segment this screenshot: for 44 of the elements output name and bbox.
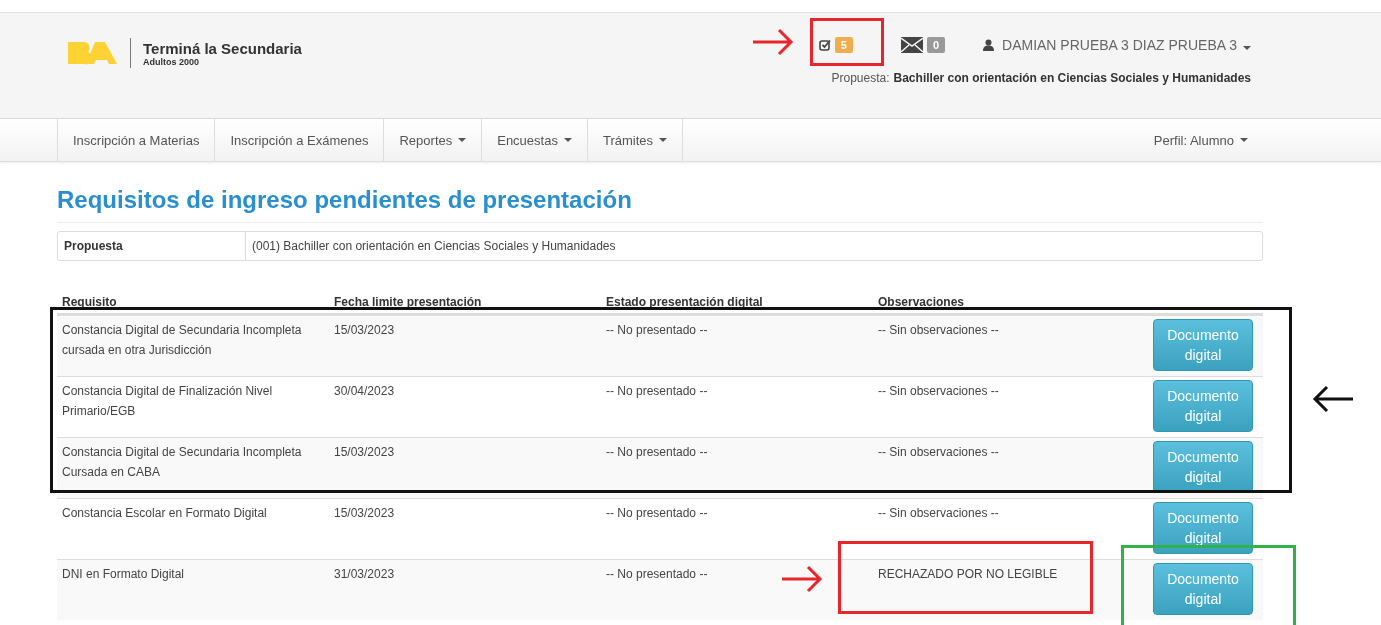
logo-icon (68, 40, 118, 66)
table-cell-text: 15/03/2023 (334, 505, 396, 522)
column-header: Requisito (62, 295, 118, 309)
table-cell-text: Constancia Digital de Secundaria Incompleta Cursada en CABA (62, 444, 303, 481)
table-cell-text: -- No presentado -- (606, 566, 709, 583)
propuesta-cell-text: (001) Bachiller con orientación en Ciencias Sociales y Humanidades (251, 238, 617, 255)
table-cell-text: 15/03/2023 (334, 322, 396, 339)
table-cell-text: Constancia Digital de Secundaria Incompleta cursada en otra Jurisdicción (62, 322, 303, 359)
propuesta-value: Bachiller con orientación en Ciencias Sociales y Humanidades (893, 71, 1251, 85)
table-cell-text: -- Sin observaciones -- (878, 383, 1000, 400)
tasks-badge: 5 (834, 37, 853, 53)
column-header: Observaciones (878, 295, 966, 309)
profile-menu[interactable]: Perfil: Alumno (1138, 119, 1263, 161)
table-cell-text: 30/04/2023 (334, 383, 396, 400)
table-cell-text: -- Sin observaciones -- (878, 444, 1000, 461)
table-cell-text: -- Sin observaciones -- (878, 505, 1000, 522)
nav-item[interactable]: Reportes (384, 119, 483, 161)
propuesta-header: Propuesta (58, 232, 246, 260)
user-menu[interactable]: DAMIAN PRUEBA 3 DIAZ PRUEBA 3 (1002, 37, 1251, 53)
brand-subtitle: Adultos 2000 (143, 56, 201, 67)
nav-item[interactable]: Inscripción a Materias (57, 119, 216, 161)
table-cell-text: -- No presentado -- (606, 322, 709, 339)
nav-item[interactable]: Encuestas (482, 119, 588, 161)
table-cell-text: 15/03/2023 (334, 444, 396, 461)
column-header: Fecha limite presentación (334, 295, 483, 309)
mail-icon[interactable] (900, 37, 923, 53)
table-cell-text: DNI en Formato Digital (62, 566, 186, 583)
table-cell-text: -- No presentado -- (606, 383, 709, 400)
table-cell-text: -- No presentado -- (606, 505, 709, 522)
table-cell-text: -- Sin observaciones -- (878, 322, 1000, 339)
page-title: Requisitos de ingreso pendientes de presentación (57, 186, 1263, 223)
nav-item[interactable]: Trámites (587, 119, 683, 161)
brand-title: Terminá la Secundaria (143, 39, 302, 57)
table-cell-text: -- No presentado -- (606, 444, 709, 461)
table-cell-text: RECHAZADO POR NO LEGIBLE (878, 566, 1059, 583)
table-cell-text: 31/03/2023 (334, 566, 396, 583)
column-header: Estado presentación digital (606, 295, 764, 309)
propuesta-label: Propuesta: (831, 71, 890, 85)
user-icon (983, 39, 995, 51)
nav-item[interactable]: Inscripción a Exámenes (215, 119, 385, 161)
table-cell-text: Constancia Digital de Finalización Nivel Primario/EGB (62, 383, 274, 420)
checkbox-icon[interactable] (818, 39, 831, 51)
table-cell-text: Constancia Escolar en Formato Digital (62, 505, 268, 522)
messages-badge: 0 (926, 37, 946, 53)
